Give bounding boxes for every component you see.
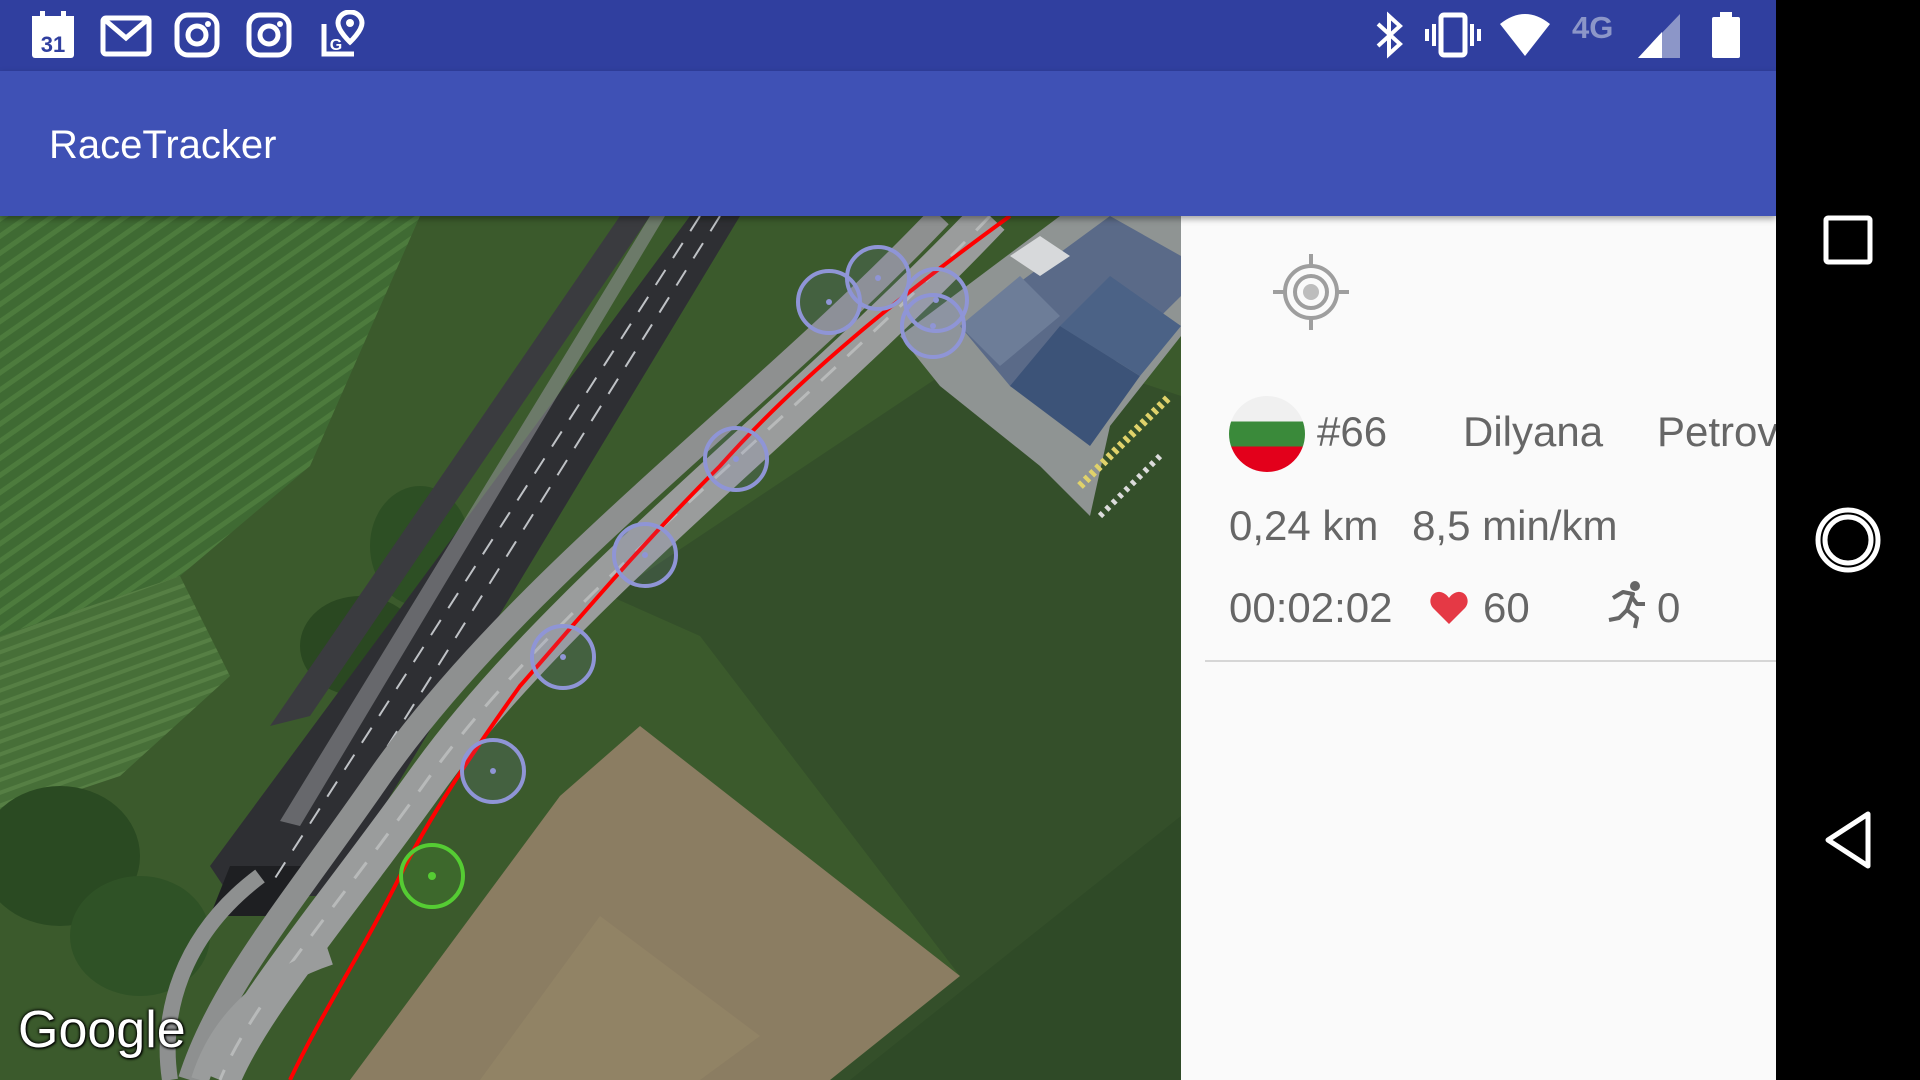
recents-button[interactable] [1812,200,1884,285]
home-icon [1815,507,1881,573]
signal-icon [1636,10,1682,60]
bluetooth-icon [1372,10,1406,60]
steps-value: 0 [1657,584,1681,631]
wifi-icon [1498,10,1552,60]
map-view[interactable]: Google [0,216,1181,1080]
elapsed-time: 00:02:02 [1229,584,1393,631]
network-type-label: 4G [1572,10,1614,45]
app-title: RaceTracker [49,123,277,167]
battery-icon [1710,10,1742,60]
gmail-icon [100,10,152,58]
my-location-icon [1273,254,1349,330]
bib-number: #66 [1317,408,1388,455]
stats-row: 00:02:02 60 0 [1229,581,1769,636]
status-bar: 31 G 4G [0,0,1776,71]
bulgaria-flag-icon [1229,396,1305,472]
maps-icon: G [320,10,366,58]
back-button[interactable] [1812,800,1884,885]
recents-icon [1823,215,1873,265]
svg-text:31: 31 [41,32,65,57]
heart-icon [1429,588,1469,636]
instagram-icon [246,10,292,58]
instagram-icon [174,10,220,58]
back-icon [1825,811,1871,869]
vibrate-icon [1424,10,1482,60]
running-icon [1605,580,1651,640]
navigation-bar [1776,0,1920,1080]
calendar-icon: 31 [30,10,76,60]
google-attribution: Google [18,1001,186,1059]
satellite-map[interactable] [0,216,1181,1080]
runner-info-panel: #66 Dilyana Petrova 0,24 km 8,5 min/km 0… [1181,216,1802,1080]
my-location-button[interactable] [1271,252,1351,332]
pace-value: 8,5 min/km [1412,502,1618,549]
app-bar: RaceTracker [0,71,1776,216]
svg-text:G: G [330,37,342,54]
runner-first-name: Dilyana [1463,408,1604,455]
home-button[interactable] [1812,500,1884,585]
divider [1205,660,1776,662]
distance-pace-row: 0,24 km 8,5 min/km [1229,502,1639,550]
runner-header: #66 Dilyana Petrova [1229,396,1802,472]
heart-rate-value: 60 [1483,584,1530,631]
distance-value: 0,24 km [1229,502,1379,549]
